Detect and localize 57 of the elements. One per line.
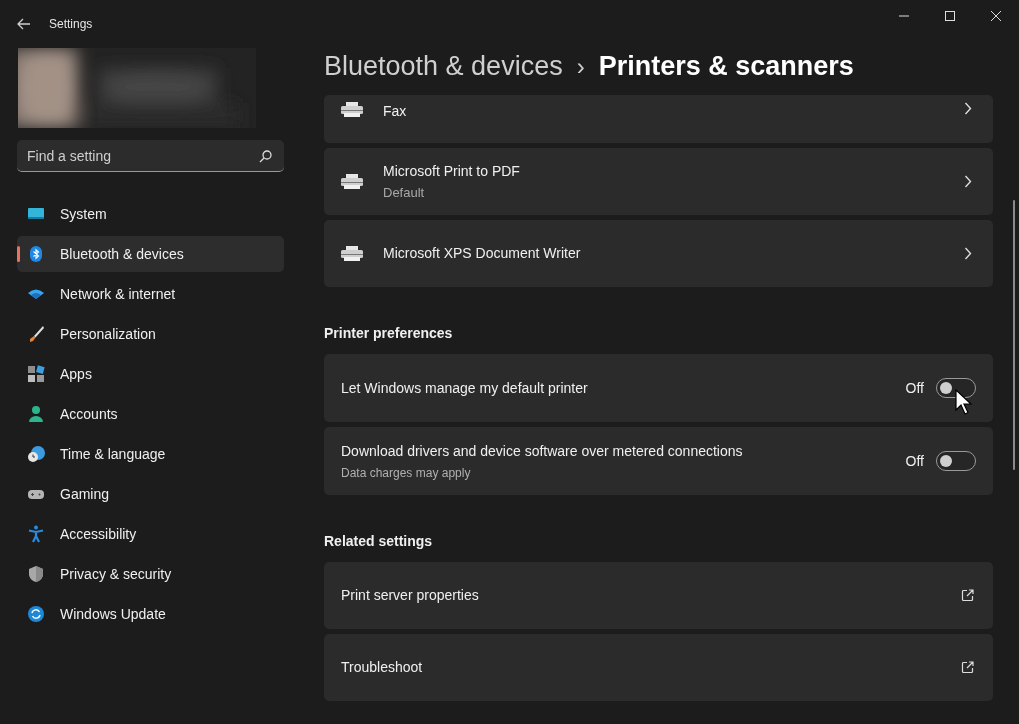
printer-status: Default bbox=[383, 183, 426, 202]
sidebar-item[interactable]: Accounts bbox=[17, 396, 284, 432]
sidebar-item[interactable]: Apps bbox=[17, 356, 284, 392]
sidebar-item[interactable]: Windows Update bbox=[17, 596, 284, 632]
chevron-right-icon bbox=[964, 175, 972, 188]
window-title: Settings bbox=[49, 16, 93, 33]
accessibility-icon bbox=[27, 525, 45, 543]
sidebar-item[interactable]: Time & language bbox=[17, 436, 284, 472]
printer-icon bbox=[341, 245, 363, 262]
section-heading: Printer preferences bbox=[324, 324, 453, 343]
globe-clock-icon bbox=[27, 445, 45, 463]
section-heading: Related settings bbox=[324, 532, 433, 551]
setting-label: Let Windows manage my default printer bbox=[341, 378, 588, 398]
close-icon bbox=[991, 11, 1001, 21]
link-card[interactable]: Print server properties bbox=[324, 562, 993, 629]
setting-description: Data charges may apply bbox=[341, 464, 472, 482]
search-icon bbox=[259, 150, 272, 163]
printer-card[interactable]: Fax bbox=[324, 95, 993, 143]
toggle-state: Off bbox=[905, 378, 924, 398]
chevron-right-icon bbox=[964, 247, 972, 260]
maximize-icon bbox=[945, 11, 955, 21]
link-label: Troubleshoot bbox=[341, 658, 423, 677]
sidebar-item[interactable]: Privacy & security bbox=[17, 556, 284, 592]
sidebar-item[interactable]: Bluetooth & devices bbox=[17, 236, 284, 272]
setting-label: Download drivers and device software over metered connections bbox=[341, 441, 743, 461]
shield-icon bbox=[27, 565, 45, 583]
selection-indicator bbox=[17, 246, 20, 262]
sidebar-item[interactable]: Network & internet bbox=[17, 276, 284, 312]
search-field[interactable]: Find a setting bbox=[17, 140, 284, 172]
printer-card[interactable]: Microsoft Print to PDF Default bbox=[324, 148, 993, 215]
printer-name: Fax bbox=[383, 102, 407, 121]
page-title: Printers & scanners bbox=[598, 50, 854, 84]
apps-icon bbox=[27, 365, 45, 383]
paintbrush-icon bbox=[27, 325, 45, 343]
mouse-cursor-icon bbox=[955, 389, 973, 415]
toggle-state: Off bbox=[905, 451, 924, 471]
printer-card[interactable]: Microsoft XPS Document Writer bbox=[324, 220, 993, 287]
external-link-icon bbox=[961, 661, 974, 674]
bluetooth-icon bbox=[27, 245, 45, 263]
printer-name: Microsoft XPS Document Writer bbox=[383, 244, 581, 263]
printer-icon bbox=[341, 173, 363, 190]
sidebar-item[interactable]: Gaming bbox=[17, 476, 284, 512]
update-icon bbox=[27, 605, 45, 623]
sidebar-item[interactable]: Personalization bbox=[17, 316, 284, 352]
link-card[interactable]: Troubleshoot bbox=[324, 634, 993, 701]
printer-icon bbox=[341, 102, 363, 118]
sidebar-item[interactable]: Accessibility bbox=[17, 516, 284, 552]
breadcrumb-link[interactable]: Bluetooth & devices bbox=[324, 46, 563, 87]
scrollbar[interactable] bbox=[1013, 200, 1015, 470]
printer-name: Microsoft Print to PDF bbox=[383, 161, 520, 181]
external-link-icon bbox=[961, 589, 974, 602]
person-icon bbox=[27, 405, 45, 423]
link-label: Print server properties bbox=[341, 586, 479, 605]
toggle-switch[interactable] bbox=[936, 451, 976, 471]
chevron-right-icon bbox=[964, 102, 972, 115]
breadcrumb-separator: › bbox=[576, 51, 585, 82]
sidebar-item[interactable]: System bbox=[17, 196, 284, 232]
